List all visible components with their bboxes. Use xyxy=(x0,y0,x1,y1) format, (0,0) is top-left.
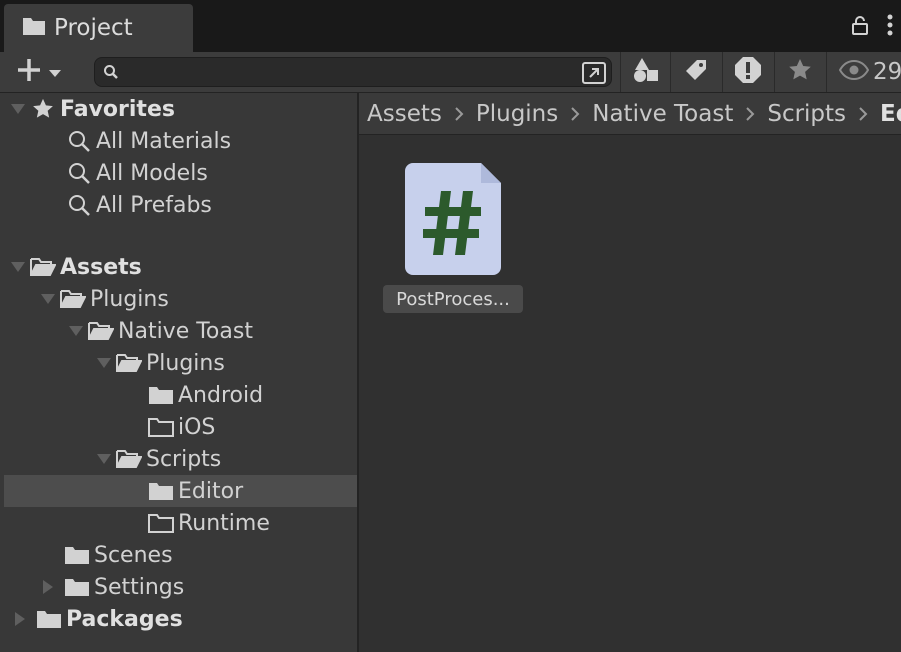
asset-browser: Assets Plugins Native Toast Scripts Edit… xyxy=(359,93,901,652)
tree-item-label: Plugins xyxy=(146,350,225,376)
folder-empty-icon xyxy=(148,415,174,439)
shapes-icon xyxy=(632,57,660,87)
expand-down-icon[interactable] xyxy=(10,101,26,117)
tree-item-label: Native Toast xyxy=(118,318,253,344)
expand-down-icon[interactable] xyxy=(96,451,112,467)
search-icon xyxy=(103,64,119,84)
more-options-icon[interactable] xyxy=(887,14,893,40)
tree-item-all-materials[interactable]: All Materials xyxy=(4,125,357,157)
expand-down-icon[interactable] xyxy=(68,323,84,339)
toolbar: 29 xyxy=(0,52,901,93)
tag-icon xyxy=(684,58,708,86)
folder-icon xyxy=(148,383,174,407)
tree-item-label: Plugins xyxy=(90,286,169,312)
favorites-button[interactable] xyxy=(774,52,824,92)
breadcrumb-item-current: Editor xyxy=(880,100,901,127)
search-field[interactable] xyxy=(94,57,612,87)
tree-item-scenes[interactable]: Scenes xyxy=(4,539,357,571)
search-popout-icon[interactable] xyxy=(581,61,607,85)
chevron-down-icon xyxy=(48,63,62,82)
folder-open-icon xyxy=(88,319,114,343)
lock-icon[interactable] xyxy=(851,15,869,39)
tree-item-plugins[interactable]: Plugins xyxy=(4,283,357,315)
warning-icon xyxy=(734,56,762,88)
search-input[interactable] xyxy=(125,60,565,84)
breadcrumb-item[interactable]: Scripts xyxy=(767,101,846,127)
expand-right-icon[interactable] xyxy=(40,579,56,595)
tree-item-label: Runtime xyxy=(178,510,270,536)
chevron-right-icon xyxy=(745,106,755,122)
search-by-label-button[interactable] xyxy=(670,52,720,92)
folder-open-icon xyxy=(116,351,142,375)
star-icon xyxy=(30,97,56,121)
tree-item-packages[interactable]: Packages xyxy=(4,603,357,635)
breadcrumb-item[interactable]: Assets xyxy=(367,101,442,127)
search-icon xyxy=(66,161,92,185)
create-button[interactable] xyxy=(12,56,70,88)
tab-project[interactable]: Project xyxy=(4,4,193,52)
tab-bar: Project xyxy=(0,0,901,52)
tree-item-all-prefabs[interactable]: All Prefabs xyxy=(4,189,357,221)
tree-item-label: All Prefabs xyxy=(96,192,212,218)
expand-down-icon[interactable] xyxy=(96,355,112,371)
folder-icon xyxy=(64,575,90,599)
tree-item-label: Settings xyxy=(94,574,185,600)
hidden-packages-toggle[interactable]: 29 xyxy=(826,52,901,92)
folder-open-icon xyxy=(30,255,56,279)
star-icon xyxy=(788,58,812,86)
tree-item-native-toast-plugins[interactable]: Plugins xyxy=(4,347,357,379)
tree-item-label: Editor xyxy=(178,478,244,504)
breadcrumb-item[interactable]: Plugins xyxy=(476,101,558,127)
tree-item-label: Packages xyxy=(66,606,183,632)
csharp-script-icon xyxy=(405,163,501,279)
eye-icon xyxy=(838,59,870,84)
asset-name-label: PostProces... xyxy=(383,285,523,313)
tree-item-assets[interactable]: Assets xyxy=(4,251,357,283)
tree-item-settings[interactable]: Settings xyxy=(4,571,357,603)
tree-item-label: All Materials xyxy=(96,128,232,154)
tree-item-runtime[interactable]: Runtime xyxy=(4,507,357,539)
expand-down-icon[interactable] xyxy=(40,291,56,307)
tree-item-label: Favorites xyxy=(60,96,175,122)
tree-item-label: Scripts xyxy=(146,446,222,472)
search-by-type-button[interactable] xyxy=(620,52,670,92)
breadcrumb: Assets Plugins Native Toast Scripts Edit… xyxy=(359,93,901,135)
project-tree: Favorites All Materials All Models All P… xyxy=(0,93,357,652)
folder-empty-icon xyxy=(148,511,174,535)
chevron-right-icon xyxy=(570,106,580,122)
folder-open-icon xyxy=(60,287,86,311)
hidden-count: 29 xyxy=(873,59,901,85)
tree-item-label: Android xyxy=(178,382,264,408)
tree-item-favorites[interactable]: Favorites xyxy=(4,93,357,125)
search-by-log-button[interactable] xyxy=(722,52,772,92)
expand-down-icon[interactable] xyxy=(10,259,26,275)
tree-item-ios[interactable]: iOS xyxy=(4,411,357,443)
folder-icon xyxy=(148,479,174,503)
search-icon xyxy=(66,129,92,153)
tree-item-label: iOS xyxy=(178,414,216,440)
folder-icon xyxy=(22,16,46,40)
chevron-right-icon xyxy=(858,106,868,122)
tree-item-label: All Models xyxy=(96,160,208,186)
tree-item-all-models[interactable]: All Models xyxy=(4,157,357,189)
plus-icon xyxy=(16,57,42,87)
tree-item-native-toast[interactable]: Native Toast xyxy=(4,315,357,347)
expand-right-icon[interactable] xyxy=(12,611,28,627)
breadcrumb-item[interactable]: Native Toast xyxy=(592,101,733,127)
folder-open-icon xyxy=(116,447,142,471)
tree-item-label: Scenes xyxy=(94,542,173,568)
chevron-right-icon xyxy=(454,106,464,122)
folder-icon xyxy=(64,543,90,567)
tree-item-editor[interactable]: Editor xyxy=(4,475,357,507)
search-icon xyxy=(66,193,92,217)
tab-label: Project xyxy=(54,15,133,41)
folder-icon xyxy=(36,607,62,631)
tree-item-scripts[interactable]: Scripts xyxy=(4,443,357,475)
tree-item-android[interactable]: Android xyxy=(4,379,357,411)
tree-item-label: Assets xyxy=(60,254,142,280)
